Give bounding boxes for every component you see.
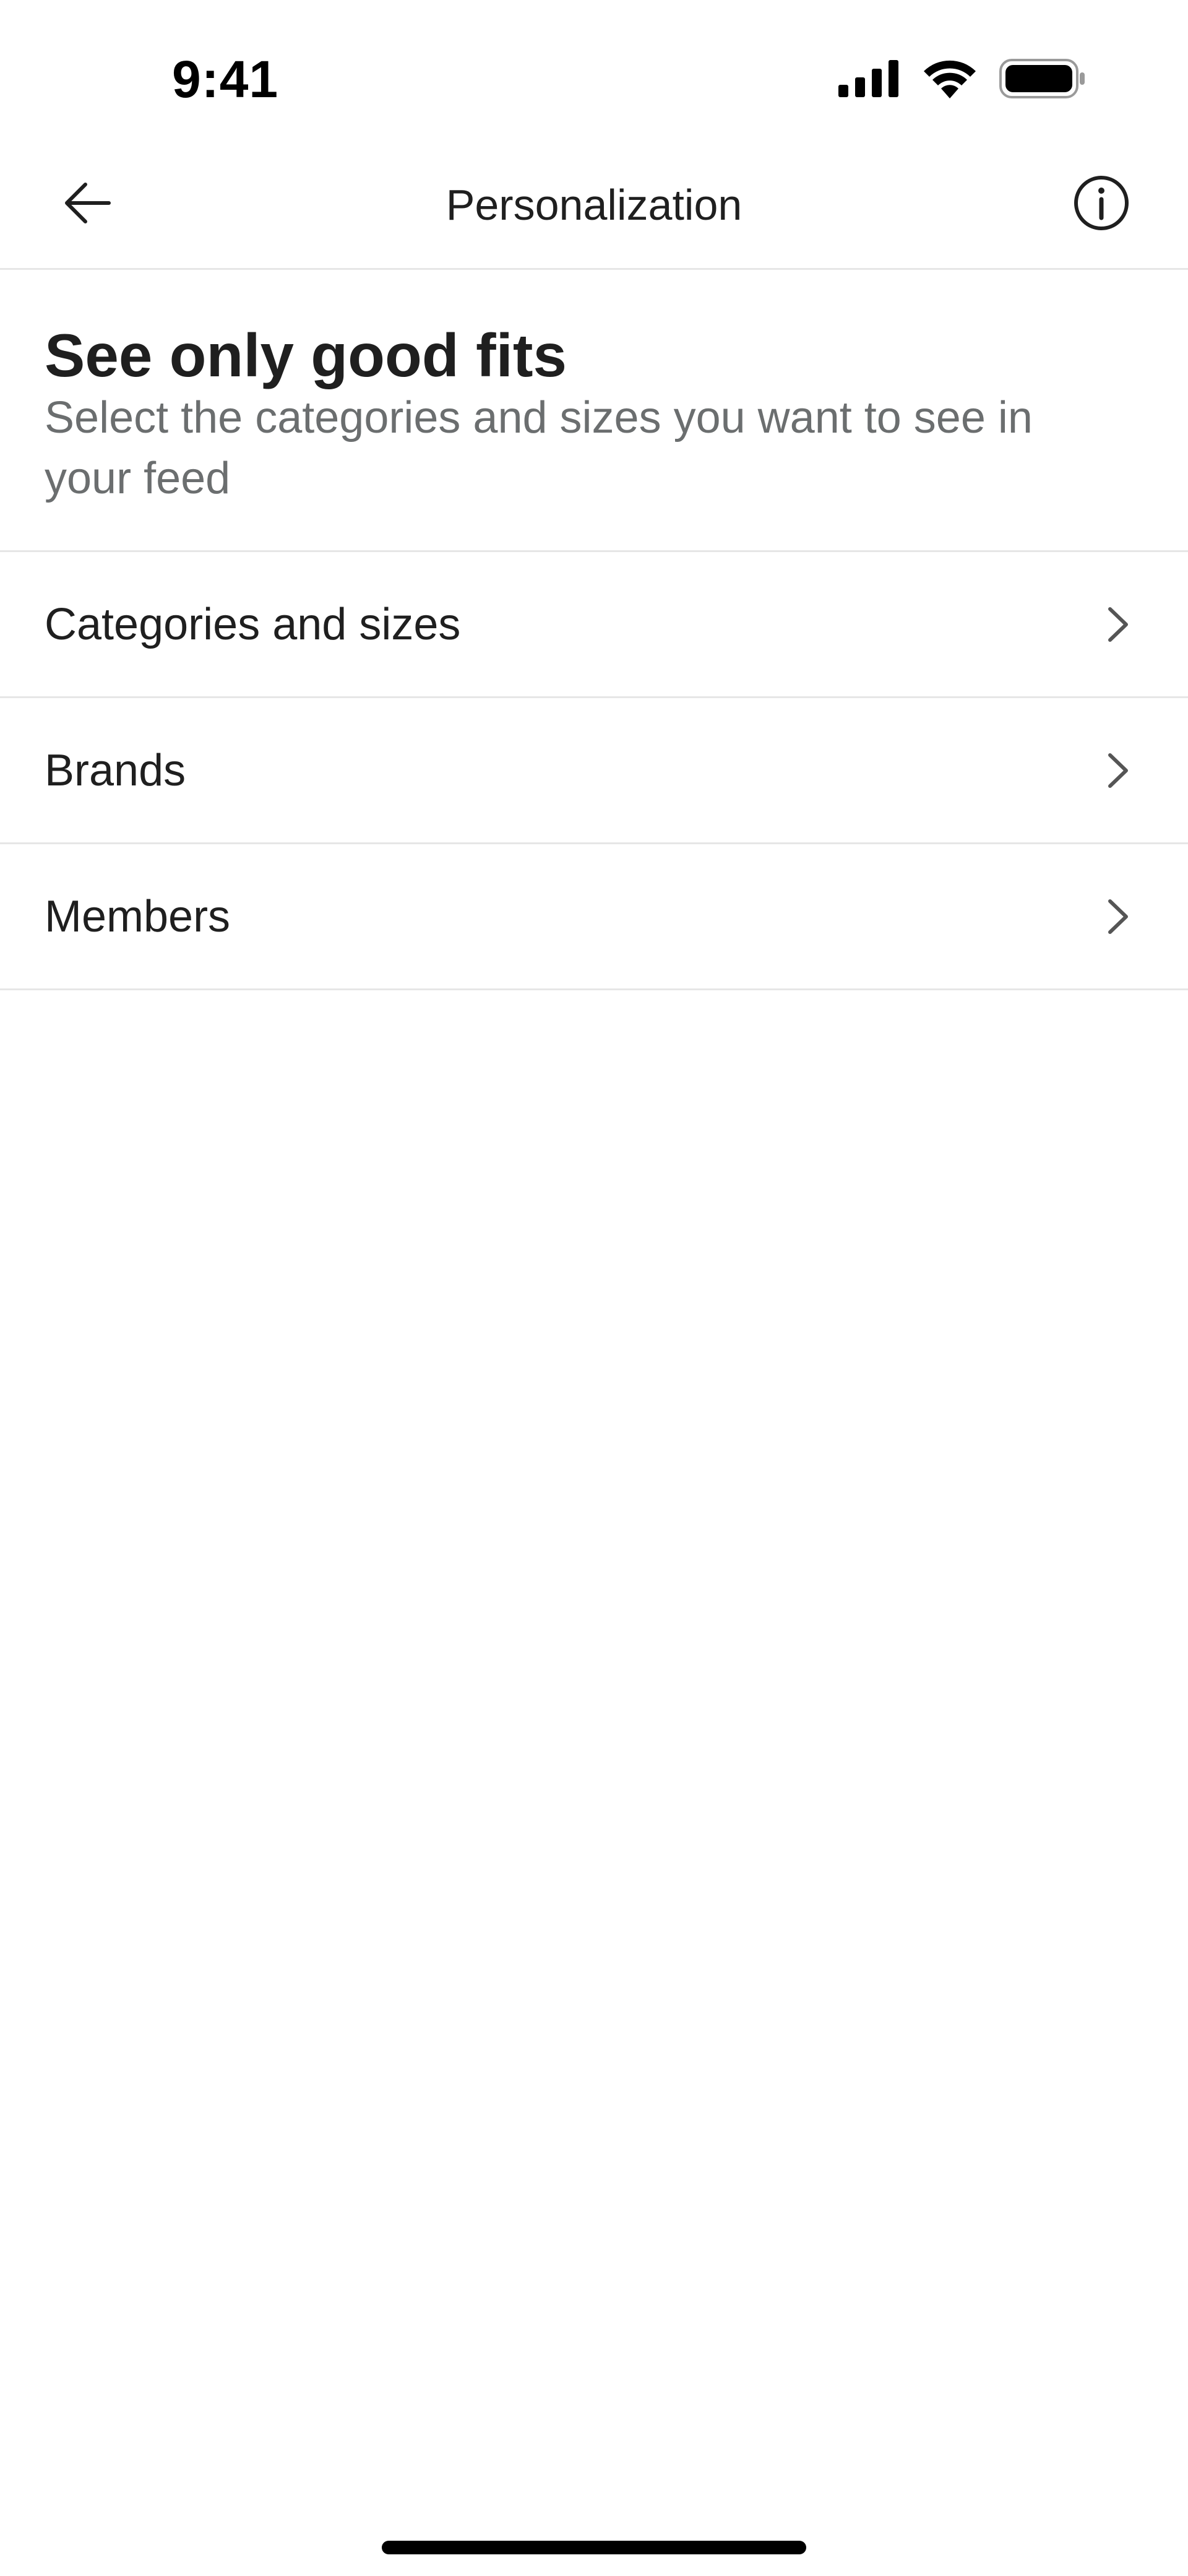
menu-item-label: Brands	[45, 746, 186, 795]
page-subtitle: Select the categories and sizes you want…	[45, 393, 1033, 503]
header-section: See only good fits Select the categories…	[0, 270, 1188, 552]
menu-item-label: Members	[45, 892, 231, 941]
battery-icon	[999, 59, 1085, 98]
info-circle-icon	[1074, 176, 1129, 230]
menu-item-categories-and-sizes[interactable]: Categories and sizes	[0, 552, 1188, 698]
menu-item-brands[interactable]: Brands	[0, 698, 1188, 844]
home-indicator	[382, 2541, 806, 2554]
menu-list: Categories and sizes Brands Members	[0, 552, 1188, 990]
menu-item-label: Categories and sizes	[45, 600, 461, 649]
chevron-right-icon	[1108, 753, 1128, 788]
signal-icon	[838, 60, 898, 97]
chevron-right-icon	[1108, 899, 1128, 934]
chevron-right-icon	[1108, 607, 1128, 642]
status-time: 9:41	[172, 50, 279, 108]
info-button[interactable]	[1070, 172, 1132, 234]
status-icons	[838, 57, 1086, 100]
wifi-icon	[924, 60, 976, 98]
page-title: See only good fits	[45, 321, 567, 389]
menu-item-members[interactable]: Members	[0, 844, 1188, 990]
status-bar: 9:41	[0, 0, 1188, 130]
page-header-title: Personalization	[446, 181, 742, 229]
nav-bar: Personalization	[0, 130, 1188, 270]
